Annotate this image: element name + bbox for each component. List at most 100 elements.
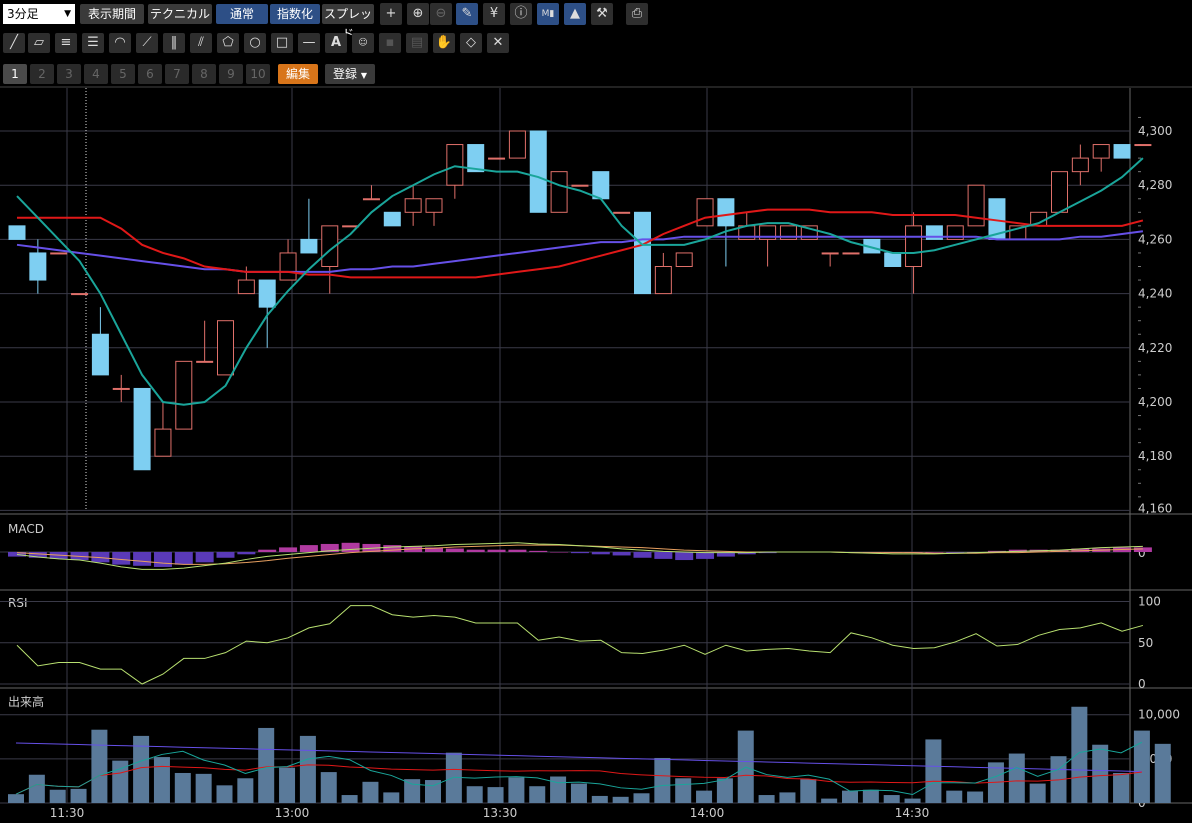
candle bbox=[654, 252, 672, 295]
volume-bar bbox=[1092, 744, 1109, 803]
volume-bar bbox=[299, 735, 316, 803]
candle-body bbox=[717, 198, 735, 227]
candle bbox=[1071, 144, 1089, 186]
macd-panel-label: MACD bbox=[8, 522, 44, 536]
time-tick-label: 11:30 bbox=[50, 806, 85, 820]
candle-body bbox=[258, 279, 276, 308]
candle-body bbox=[675, 252, 693, 267]
price-tick-label: 4,220 bbox=[1138, 341, 1172, 355]
volume-bar bbox=[696, 790, 713, 803]
price-tick-label: 4,180 bbox=[1138, 449, 1172, 463]
candle-body bbox=[508, 130, 526, 159]
volume-bar bbox=[612, 796, 629, 803]
candle bbox=[383, 211, 401, 227]
candle-body bbox=[8, 225, 26, 240]
macd-histogram-bar bbox=[153, 552, 172, 567]
candle bbox=[529, 130, 547, 213]
candle bbox=[759, 225, 777, 267]
candle-body bbox=[342, 225, 360, 228]
rsi-tick-label: 50 bbox=[1138, 636, 1153, 650]
macd-histogram-bar bbox=[654, 552, 673, 559]
volume-bar bbox=[1113, 772, 1130, 803]
candle-body bbox=[404, 198, 422, 213]
candle bbox=[321, 225, 339, 294]
candle-body bbox=[154, 428, 172, 457]
candle-body bbox=[279, 252, 297, 281]
volume-bar bbox=[508, 777, 525, 803]
candle bbox=[8, 225, 26, 240]
macd-histogram-bar bbox=[591, 552, 610, 555]
sma-long-line bbox=[16, 230, 1144, 273]
volume-bar bbox=[195, 773, 212, 803]
volume-bar bbox=[153, 757, 170, 803]
candle-body bbox=[634, 211, 651, 295]
volume-bar bbox=[49, 789, 66, 803]
macd-histogram-bar bbox=[612, 552, 631, 556]
candle-body bbox=[654, 266, 672, 295]
candle-body bbox=[425, 198, 443, 213]
macd-histogram-bar bbox=[216, 552, 235, 558]
candle bbox=[884, 252, 902, 267]
macd-histogram-bar bbox=[133, 552, 152, 566]
volume-bar bbox=[925, 739, 942, 803]
macd-histogram-bar bbox=[445, 548, 464, 552]
time-tick-label: 14:00 bbox=[690, 806, 725, 820]
candle bbox=[133, 387, 151, 471]
volume-bar bbox=[320, 772, 337, 803]
candle-body bbox=[71, 293, 89, 296]
rsi-line bbox=[16, 605, 1144, 685]
candle bbox=[112, 374, 130, 402]
macd-histogram-bar bbox=[550, 552, 569, 553]
candle-body bbox=[237, 279, 255, 295]
candle bbox=[842, 252, 860, 255]
price-tick-label: 4,260 bbox=[1138, 232, 1172, 246]
candle-body bbox=[383, 211, 401, 227]
candle bbox=[634, 211, 651, 295]
candle-body bbox=[300, 238, 318, 254]
rsi-tick-label: 100 bbox=[1138, 595, 1161, 609]
candle bbox=[675, 252, 693, 267]
volume-bar bbox=[570, 783, 587, 803]
candle-body bbox=[529, 130, 547, 213]
rsi-panel-label: RSI bbox=[8, 596, 28, 610]
price-tick-label: 4,300 bbox=[1138, 124, 1172, 138]
volume-bar bbox=[362, 781, 379, 803]
macd-histogram-bar bbox=[925, 552, 944, 553]
candle-body bbox=[91, 333, 109, 376]
volume-bar bbox=[633, 793, 650, 803]
candle-body bbox=[1092, 144, 1110, 159]
volume-bar bbox=[716, 778, 733, 803]
candle bbox=[154, 402, 172, 457]
candle bbox=[550, 171, 568, 213]
volume-bar bbox=[28, 774, 45, 803]
volume-bar bbox=[70, 788, 87, 803]
volume-bar bbox=[862, 789, 879, 803]
macd-histogram-bar bbox=[112, 552, 131, 565]
chart-canvas[interactable]: 4,300 4,280 4,260 4,240 4,220 4,200 4,180 4,160… bbox=[0, 0, 1192, 823]
volume-bar bbox=[1029, 783, 1046, 803]
volume-bar bbox=[675, 778, 692, 803]
time-tick-label: 13:30 bbox=[483, 806, 518, 820]
volume-bar bbox=[758, 795, 775, 803]
volume-bar bbox=[174, 772, 191, 803]
candle-body bbox=[133, 387, 151, 471]
volume-tick-label: 10,000 bbox=[1138, 708, 1180, 722]
volume-bar bbox=[904, 798, 921, 803]
candle bbox=[613, 211, 631, 214]
candle-body bbox=[967, 184, 985, 227]
macd-histogram-bar bbox=[570, 552, 589, 554]
candle bbox=[821, 252, 839, 267]
candle-body bbox=[696, 198, 714, 227]
macd-histogram-bar bbox=[633, 552, 652, 558]
macd-histogram-bar bbox=[675, 552, 694, 561]
volume-bar bbox=[404, 779, 421, 803]
candle bbox=[1134, 144, 1152, 147]
price-tick-label: 4,280 bbox=[1138, 178, 1172, 192]
candle bbox=[488, 157, 506, 160]
candle bbox=[217, 320, 234, 376]
price-tick-label: 4,200 bbox=[1138, 395, 1172, 409]
candle-body bbox=[571, 184, 589, 187]
candle bbox=[175, 360, 193, 430]
candle-body bbox=[112, 387, 130, 390]
candle bbox=[696, 198, 714, 227]
